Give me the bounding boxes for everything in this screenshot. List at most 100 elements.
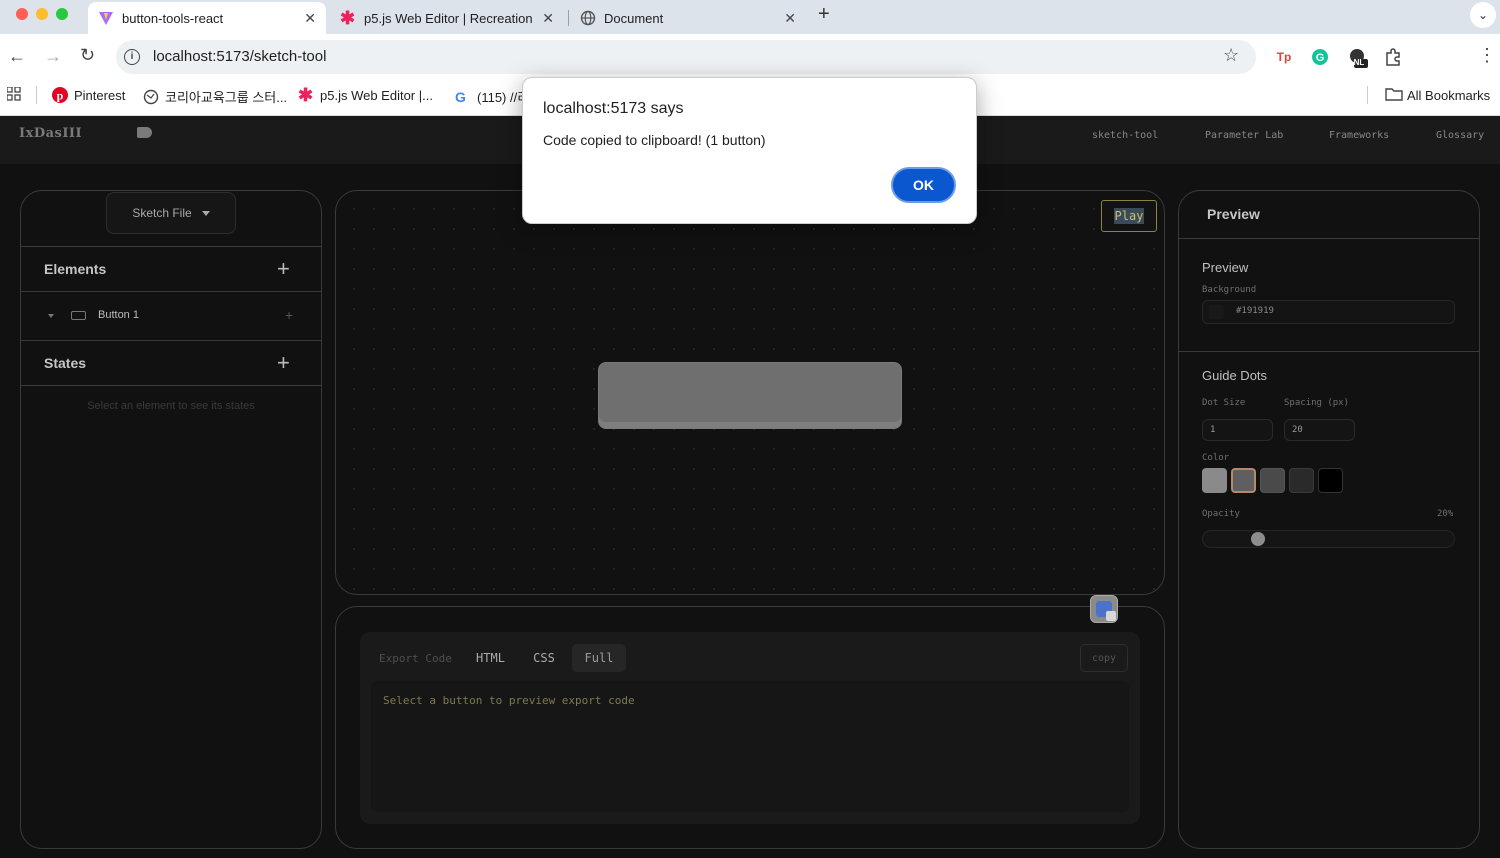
copy-button[interactable]: copy bbox=[1080, 644, 1128, 672]
window-zoom-button[interactable] bbox=[56, 8, 68, 20]
code-placeholder: Select a button to preview export code bbox=[383, 694, 635, 707]
url-text[interactable]: localhost:5173/sketch-tool bbox=[153, 48, 326, 65]
browser-tab[interactable]: Document ✕ bbox=[570, 2, 806, 34]
tab-search-chevron-icon[interactable]: ⌄ bbox=[1470, 2, 1496, 28]
back-arrow-icon[interactable]: ← bbox=[8, 46, 26, 67]
app-logo[interactable]: IxDasIII bbox=[19, 126, 82, 141]
dialog-title: localhost:5173 says bbox=[543, 100, 684, 117]
bookmark-star-icon[interactable]: ☆ bbox=[1223, 45, 1239, 66]
forward-arrow-icon[interactable]: → bbox=[44, 46, 62, 67]
tab-css[interactable]: CSS bbox=[518, 644, 570, 672]
nav-frameworks[interactable]: Frameworks bbox=[1329, 130, 1389, 141]
bookmark-p5js[interactable]: ✱ p5.js Web Editor |... bbox=[298, 85, 433, 105]
tab-close-icon[interactable]: ✕ bbox=[304, 10, 316, 27]
new-tab-icon[interactable]: + bbox=[818, 3, 830, 26]
nav-glossary[interactable]: Glossary bbox=[1436, 130, 1484, 141]
dot-size-input[interactable]: 1 bbox=[1202, 419, 1273, 441]
opacity-slider[interactable] bbox=[1202, 530, 1455, 548]
export-code-label: Export Code bbox=[379, 652, 452, 665]
tab-title: Document bbox=[604, 10, 664, 26]
background-color-value[interactable]: #191919 bbox=[1236, 306, 1274, 316]
add-state-plus-icon[interactable]: + bbox=[277, 352, 290, 374]
add-element-plus-icon[interactable]: + bbox=[277, 258, 290, 280]
divider bbox=[20, 340, 322, 341]
background-color-swatch[interactable] bbox=[1209, 305, 1224, 319]
background-label: Background bbox=[1202, 285, 1257, 295]
button-element-icon bbox=[71, 311, 86, 320]
divider bbox=[20, 385, 322, 386]
bookmark-label: 코리아교육그룹 스터... bbox=[165, 90, 288, 105]
divider bbox=[1178, 238, 1480, 239]
elements-title: Elements bbox=[44, 261, 107, 277]
states-title: States bbox=[44, 355, 87, 371]
all-bookmarks-label: All Bookmarks bbox=[1407, 87, 1491, 103]
p5-asterisk-icon: ✱ bbox=[298, 85, 314, 105]
caret-down-icon bbox=[201, 210, 210, 216]
p5-asterisk-icon: ✱ bbox=[340, 8, 356, 28]
dot-color-swatch[interactable] bbox=[1260, 468, 1285, 493]
translate-extension-icon[interactable] bbox=[1090, 595, 1118, 623]
add-child-plus-icon[interactable]: + bbox=[285, 307, 293, 323]
tp-extension-icon[interactable]: Tp bbox=[1275, 48, 1293, 66]
guide-dots-heading: Guide Dots bbox=[1202, 368, 1268, 383]
bookmark-google[interactable]: G (115) //리 bbox=[455, 87, 529, 106]
apps-grid-icon[interactable] bbox=[7, 87, 21, 101]
canvas-button-1[interactable] bbox=[598, 362, 902, 429]
spacing-input[interactable]: 20 bbox=[1284, 419, 1355, 441]
divider bbox=[20, 291, 322, 292]
all-bookmarks[interactable]: All Bookmarks bbox=[1385, 87, 1490, 103]
site-info-icon[interactable]: i bbox=[124, 49, 140, 65]
tag-shape-icon bbox=[137, 127, 152, 138]
svg-text:p: p bbox=[57, 89, 64, 103]
tab-close-icon[interactable]: ✕ bbox=[542, 10, 554, 27]
bookmark-label: p5.js Web Editor |... bbox=[320, 87, 433, 103]
bookmark-label: Pinterest bbox=[74, 87, 126, 103]
dot-size-label: Dot Size bbox=[1202, 398, 1246, 408]
color-label: Color bbox=[1202, 453, 1230, 463]
bookmark-korea-edu[interactable]: 코리아교육그룹 스터... bbox=[143, 87, 287, 106]
opacity-slider-knob[interactable] bbox=[1251, 532, 1265, 546]
globe-icon bbox=[580, 10, 596, 26]
sketch-file-label: Sketch File bbox=[132, 206, 192, 220]
tab-close-icon[interactable]: ✕ bbox=[784, 10, 796, 27]
dot-color-swatch-selected[interactable] bbox=[1231, 468, 1256, 493]
tab-title: button-tools-react bbox=[122, 10, 224, 26]
tab-html[interactable]: HTML bbox=[463, 644, 518, 672]
nav-sketch-tool[interactable]: sketch-tool bbox=[1092, 130, 1158, 141]
pinterest-icon: p bbox=[52, 87, 68, 103]
reload-icon[interactable]: ↻ bbox=[80, 45, 95, 66]
states-hint: Select an element to see its states bbox=[87, 400, 255, 412]
left-panel bbox=[20, 190, 322, 849]
globe-icon bbox=[143, 89, 159, 105]
browser-tab-active[interactable]: button-tools-react ✕ bbox=[88, 2, 326, 34]
nav-parameter-lab[interactable]: Parameter Lab bbox=[1205, 130, 1283, 141]
collapse-caret-icon[interactable] bbox=[48, 314, 54, 318]
window-close-button[interactable] bbox=[16, 8, 28, 20]
preview-panel-title: Preview bbox=[1207, 206, 1260, 222]
extensions-puzzle-icon[interactable] bbox=[1384, 48, 1402, 66]
tab-title: p5.js Web Editor | Recreation bbox=[364, 10, 533, 26]
dialog-ok-button[interactable]: OK bbox=[891, 167, 956, 203]
browser-menu-icon[interactable]: ⋮ bbox=[1478, 45, 1496, 66]
play-label: Play bbox=[1113, 208, 1145, 224]
dot-color-swatch[interactable] bbox=[1318, 468, 1343, 493]
bookmark-separator bbox=[36, 86, 37, 104]
element-item-button-1[interactable]: Button 1 bbox=[98, 309, 139, 321]
tab-full[interactable]: Full bbox=[572, 644, 626, 672]
grammarly-extension-icon[interactable]: G bbox=[1311, 48, 1329, 66]
sketch-file-dropdown[interactable]: Sketch File bbox=[106, 192, 236, 234]
bookmark-separator bbox=[1367, 86, 1368, 104]
dot-color-swatch[interactable] bbox=[1202, 468, 1227, 493]
google-icon: G bbox=[455, 88, 466, 105]
vite-logo-icon bbox=[98, 10, 114, 26]
divider bbox=[20, 246, 322, 247]
window-minimize-button[interactable] bbox=[36, 8, 48, 20]
browser-tab[interactable]: ✱ p5.js Web Editor | Recreation ✕ bbox=[330, 2, 564, 34]
opacity-value: 20% bbox=[1437, 509, 1454, 519]
play-button[interactable]: Play bbox=[1101, 200, 1157, 232]
tab-separator bbox=[568, 10, 569, 26]
dialog-message: Code copied to clipboard! (1 button) bbox=[543, 132, 766, 148]
dot-color-swatch[interactable] bbox=[1289, 468, 1314, 493]
folder-icon bbox=[1385, 87, 1403, 103]
bookmark-pinterest[interactable]: p Pinterest bbox=[52, 87, 125, 103]
